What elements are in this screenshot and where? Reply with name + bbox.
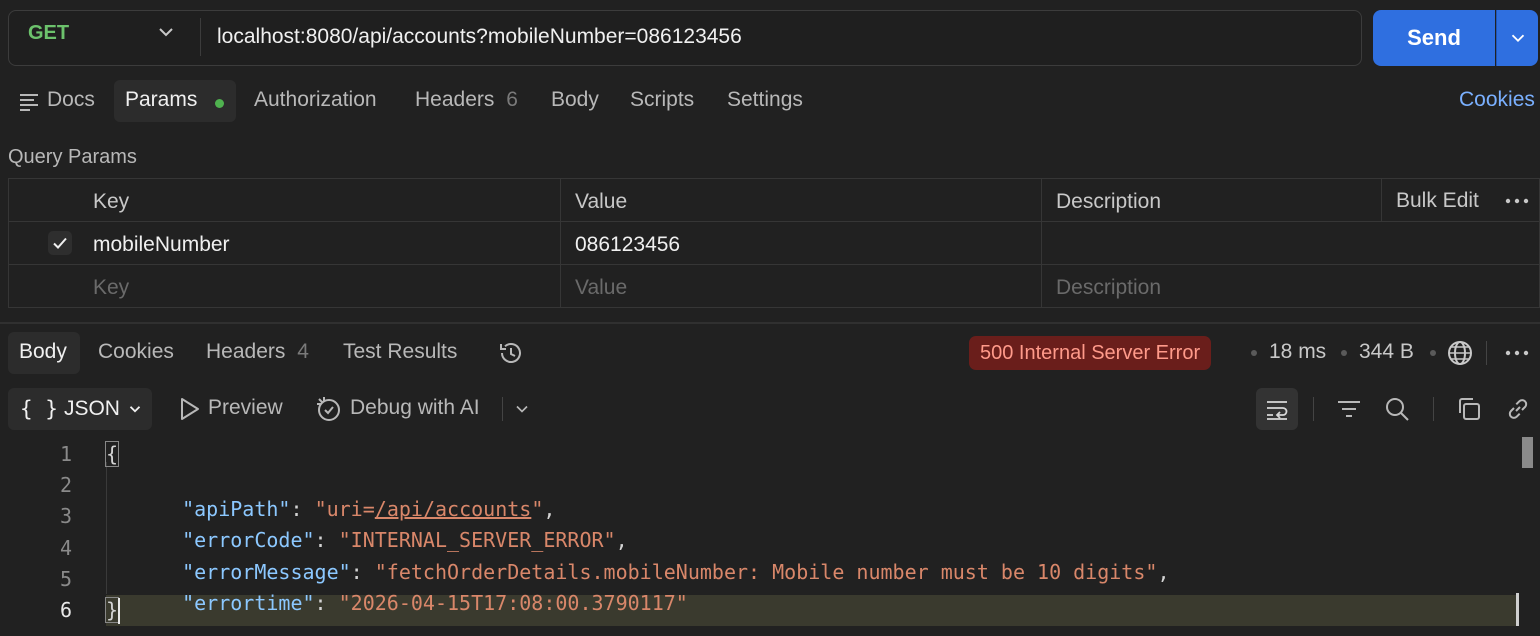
debug-ai-icon[interactable] xyxy=(315,395,343,423)
chevron-down-icon[interactable] xyxy=(154,20,178,44)
filter-icon[interactable] xyxy=(1336,397,1362,421)
line-number: 6 xyxy=(59,598,72,622)
column-header-key: Key xyxy=(93,190,130,213)
json-colon: : xyxy=(314,591,339,615)
meta-separator xyxy=(1251,350,1257,356)
toolbar-divider xyxy=(502,397,503,421)
tab-headers[interactable]: Headers 6 xyxy=(415,88,518,112)
docs-icon xyxy=(20,94,38,111)
query-params-title: Query Params xyxy=(8,146,137,168)
tab-authorization[interactable]: Authorization xyxy=(254,88,377,112)
tab-params[interactable]: Params xyxy=(125,88,197,112)
column-header-description: Description xyxy=(1056,190,1162,213)
debug-with-ai-button[interactable]: Debug with AI xyxy=(350,396,480,420)
check-icon xyxy=(53,237,67,249)
play-icon[interactable] xyxy=(176,396,202,422)
more-options-icon[interactable] xyxy=(1505,198,1529,204)
json-line-errortime[interactable]: "errortime": "2026-04-15T17:08:00.379011… xyxy=(158,567,688,615)
word-wrap-button[interactable] xyxy=(1256,388,1298,430)
new-description-input[interactable]: Description xyxy=(1056,276,1161,300)
json-open-brace[interactable]: { xyxy=(104,441,120,467)
meta-separator xyxy=(1341,350,1347,356)
response-tab-body[interactable]: Body xyxy=(19,340,67,364)
column-header-value: Value xyxy=(575,190,628,213)
response-size[interactable]: 344 B xyxy=(1359,340,1414,364)
indent-guide xyxy=(106,462,107,594)
text-cursor xyxy=(118,598,120,624)
toolbar-divider xyxy=(1486,341,1487,365)
chevron-down-icon xyxy=(1511,34,1524,43)
line-number: 5 xyxy=(59,567,72,591)
method-select[interactable]: GET xyxy=(28,22,69,45)
table-divider xyxy=(8,264,1540,265)
meta-separator xyxy=(1430,350,1436,356)
params-table xyxy=(8,178,1540,308)
line-number: 3 xyxy=(59,504,72,528)
line-number: 2 xyxy=(59,473,72,497)
params-active-dot xyxy=(215,99,224,108)
tab-headers-label: Headers xyxy=(415,88,495,111)
tab-scripts[interactable]: Scripts xyxy=(630,88,694,112)
param-key-cell[interactable]: mobileNumber xyxy=(93,233,230,257)
preview-button[interactable]: Preview xyxy=(208,396,283,420)
headers-count: 6 xyxy=(506,88,518,111)
chevron-down-icon[interactable] xyxy=(512,399,532,419)
column-divider xyxy=(1041,178,1042,308)
vertical-scrollbar[interactable] xyxy=(1522,437,1533,468)
bulk-edit-button[interactable]: Bulk Edit xyxy=(1396,189,1479,213)
link-icon[interactable] xyxy=(1504,395,1532,423)
json-close-brace[interactable]: } xyxy=(104,597,120,623)
tab-body[interactable]: Body xyxy=(551,88,599,112)
tab-docs[interactable]: Docs xyxy=(47,88,95,112)
response-headers-count: 4 xyxy=(297,340,309,363)
globe-icon[interactable] xyxy=(1447,340,1473,366)
cookies-link[interactable]: Cookies xyxy=(1459,88,1535,112)
braces-icon: { } xyxy=(20,397,58,421)
response-tab-test-results[interactable]: Test Results xyxy=(343,340,457,364)
column-divider xyxy=(1381,178,1382,221)
response-tab-headers[interactable]: Headers 4 xyxy=(206,340,309,364)
line-number: 4 xyxy=(59,536,72,560)
param-enabled-checkbox[interactable] xyxy=(48,231,72,255)
response-time[interactable]: 18 ms xyxy=(1269,340,1326,364)
column-divider xyxy=(560,178,561,308)
format-label: JSON xyxy=(63,397,120,420)
chevron-down-icon xyxy=(129,406,141,413)
response-tab-cookies[interactable]: Cookies xyxy=(98,340,174,364)
url-input[interactable]: localhost:8080/api/accounts?mobileNumber… xyxy=(217,25,742,49)
param-value-cell[interactable]: 086123456 xyxy=(575,233,680,257)
status-badge[interactable]: 500 Internal Server Error xyxy=(969,336,1212,370)
line-number: 1 xyxy=(59,442,72,466)
pane-resize-handle[interactable] xyxy=(0,322,1540,324)
tab-settings[interactable]: Settings xyxy=(727,88,803,112)
wrap-icon xyxy=(1267,401,1288,420)
json-string: "2026-04-15T17:08:00.3790117" xyxy=(338,591,688,615)
new-value-input[interactable]: Value xyxy=(575,276,627,300)
scrollbar-marker xyxy=(1516,593,1538,626)
toolbar-divider xyxy=(1433,397,1434,421)
table-divider xyxy=(8,221,1540,222)
search-icon[interactable] xyxy=(1383,395,1411,423)
json-key: "errortime" xyxy=(182,591,315,615)
copy-icon[interactable] xyxy=(1456,396,1482,422)
send-button[interactable]: Send xyxy=(1373,10,1495,66)
url-divider xyxy=(200,18,201,56)
response-tab-headers-label: Headers xyxy=(206,340,286,363)
new-key-input[interactable]: Key xyxy=(93,276,129,300)
toolbar-divider xyxy=(1313,397,1314,421)
send-options-button[interactable] xyxy=(1496,10,1538,66)
format-select[interactable]: { } JSON xyxy=(8,388,152,430)
json-comma: , xyxy=(1157,560,1170,584)
more-options-icon[interactable] xyxy=(1505,350,1529,356)
history-icon[interactable] xyxy=(497,339,525,367)
